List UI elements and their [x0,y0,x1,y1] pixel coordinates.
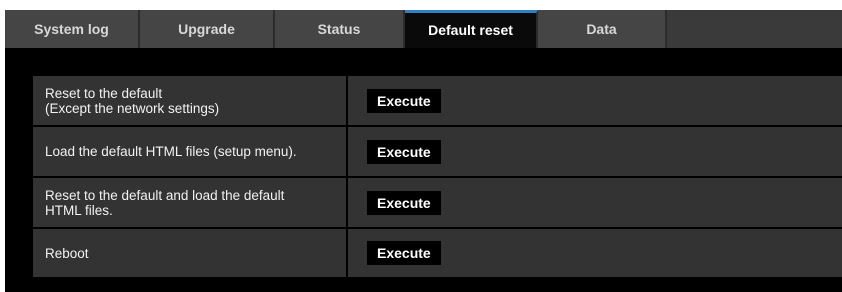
setting-action-cell: Execute [348,127,842,176]
tab-status[interactable]: Status [275,10,405,48]
load-html-execute-button[interactable]: Execute [367,139,441,164]
page-frame: System log Upgrade Status Default reset … [0,0,842,292]
settings-row-reset-default: Reset to the default (Except the network… [33,76,842,127]
setting-label: Load the default HTML files (setup menu)… [45,144,297,159]
tab-default-reset[interactable]: Default reset [405,10,538,48]
setting-label-cell: Reboot [33,229,348,277]
reboot-execute-button[interactable]: Execute [367,241,441,265]
reset-and-load-execute-button[interactable]: Execute [367,190,441,215]
setting-label: Reset to the default and load the defaul… [45,187,285,218]
setting-label-cell: Reset to the default and load the defaul… [33,178,348,227]
settings-row-load-html: Load the default HTML files (setup menu)… [33,127,842,178]
settings-table: Reset to the default (Except the network… [33,76,842,279]
setting-action-cell: Execute [348,76,842,125]
setting-label: Reboot [45,245,89,261]
tab-upgrade[interactable]: Upgrade [140,10,275,48]
setting-action-cell: Execute [348,178,842,227]
settings-row-reset-and-load: Reset to the default and load the defaul… [33,178,842,229]
tab-bar: System log Upgrade Status Default reset … [5,10,842,48]
setting-label-cell: Reset to the default (Except the network… [33,76,348,125]
setting-action-cell: Execute [348,229,842,277]
reset-default-execute-button[interactable]: Execute [367,88,441,113]
tab-data[interactable]: Data [538,10,667,48]
settings-row-reboot: Reboot Execute [33,229,842,279]
tab-system-log[interactable]: System log [5,10,140,48]
default-reset-panel: Reset to the default (Except the network… [5,48,842,292]
setting-label: Reset to the default (Except the network… [45,85,220,116]
setting-label-cell: Load the default HTML files (setup menu)… [33,127,348,176]
